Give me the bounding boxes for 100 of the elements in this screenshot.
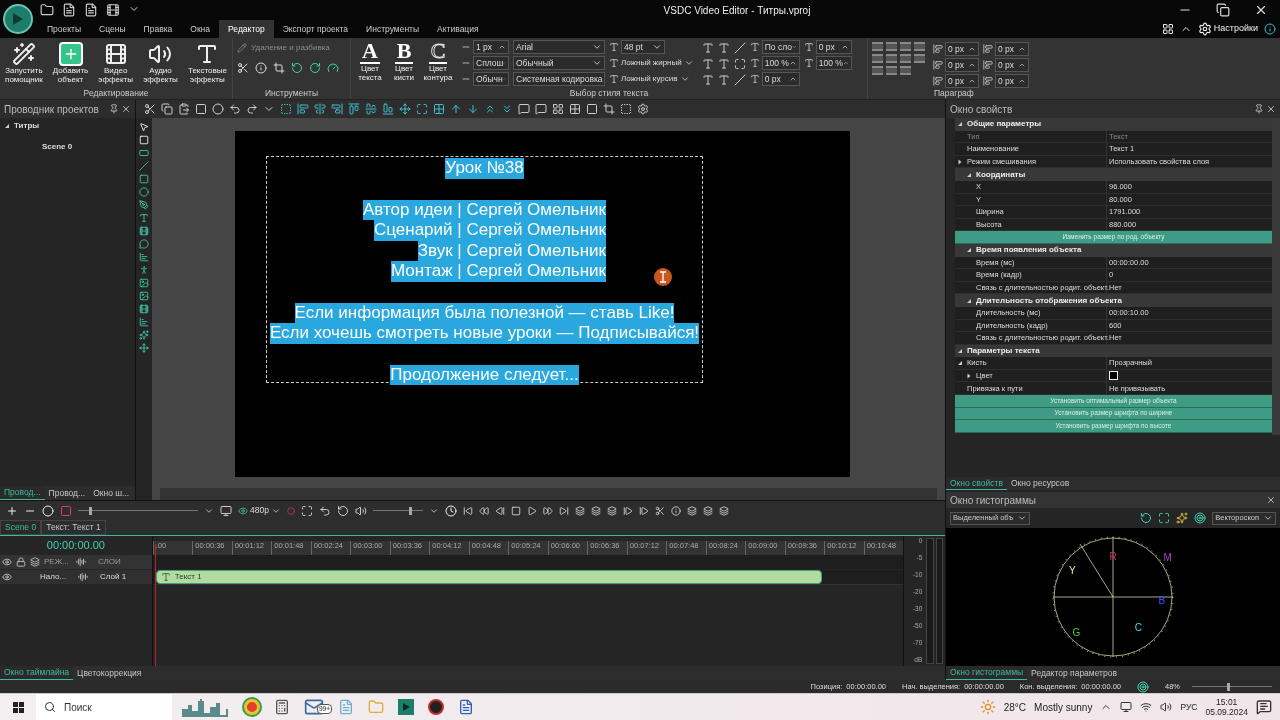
fast-forward-icon[interactable] [542,505,553,516]
rounded-rectangle-icon[interactable] [139,148,149,158]
menu-tab[interactable]: Экспорт проекта [273,20,358,38]
slider-thumb[interactable] [89,506,92,515]
speaker-icon[interactable] [148,42,173,66]
paste-icon[interactable] [178,103,190,115]
ribbon-button[interactable]: Аудио эффекты [143,42,178,84]
layout-icon[interactable] [1161,23,1174,35]
text-object-frame[interactable] [266,156,703,383]
value-field[interactable]: 0 px [945,58,979,72]
menu-tab[interactable]: Редактор [219,20,274,38]
fullscreen-icon[interactable] [1158,512,1171,524]
eye-icon[interactable] [2,572,12,582]
color-button[interactable]: A Цвет текста [355,40,385,82]
cut-icon[interactable] [237,62,249,74]
clock-icon[interactable] [444,504,457,517]
scrollbar[interactable] [1272,118,1280,435]
align-middle-icon[interactable] [365,103,377,115]
menu-tab[interactable]: Сцены [90,20,135,38]
circle-icon[interactable] [212,103,224,115]
panel-tab[interactable]: Текст: Текст 1 [41,520,106,535]
expanded-arrow-icon[interactable] [966,247,972,254]
value-field[interactable]: 0 px [945,74,979,88]
panel-tab[interactable]: Окно гистограммы [946,666,1028,680]
expanded-arrow-icon[interactable] [966,171,972,178]
cut-icon[interactable] [654,505,665,516]
temperature[interactable]: 28°C [1003,699,1027,715]
value-field[interactable]: 0 px [995,42,1029,56]
volume-icon[interactable] [354,504,367,517]
arrow-up-icon[interactable] [450,103,462,115]
grid-icon[interactable] [569,103,581,115]
value-field[interactable]: Системная кодировка [513,72,605,86]
pin-icon[interactable] [109,104,119,114]
collapsed-arrow-icon[interactable] [957,158,963,165]
lock-icon[interactable] [16,557,26,567]
figure-icon[interactable] [139,265,149,275]
text-format-icon[interactable] [701,42,714,54]
layout-icon[interactable] [552,103,564,115]
value-field[interactable]: Arial [513,40,605,54]
double-arrow-down-icon[interactable] [501,103,513,115]
move-icon[interactable] [139,343,149,353]
clock[interactable]: 15:01 05.09.2024 [1205,697,1248,717]
value-field[interactable]: По сло [761,40,800,54]
tree-item[interactable]: Scene 0 [42,142,73,151]
image-icon[interactable] [139,278,149,288]
zoom-in-icon[interactable] [6,504,18,517]
magic-wand-icon[interactable] [11,42,36,66]
layer-name[interactable]: Слой 1 [100,571,127,583]
audio-icon[interactable] [76,557,86,567]
align-bottom-icon[interactable] [382,103,394,115]
value-field[interactable]: 0 px [995,58,1029,72]
rewind-icon[interactable] [478,505,489,516]
crop-icon[interactable] [273,62,285,74]
scope-icon[interactable] [1194,512,1207,524]
rotate-right-icon[interactable] [309,62,321,74]
text-format-icon[interactable] [701,74,714,86]
tree-item[interactable]: Титры [14,120,40,132]
skip-back-icon[interactable] [462,505,473,516]
value-field[interactable]: 100 % [815,56,852,70]
color-icon[interactable] [1176,512,1189,524]
selection-icon[interactable] [280,103,292,115]
value-field[interactable]: 100 % [761,56,800,70]
eye-icon[interactable] [2,557,12,567]
panel-tab[interactable]: Цветокоррекция [73,666,146,680]
sparkle-icon[interactable] [139,330,149,340]
volume-icon[interactable] [1160,701,1173,713]
ribbon-button[interactable]: Видео эффекты [98,42,134,84]
value-field[interactable]: 0 px [945,42,979,56]
city-skyline-icon[interactable] [180,697,230,717]
browser-icon[interactable] [244,699,260,715]
value-field[interactable]: 48 pt [621,40,665,54]
slider-track[interactable] [78,505,198,516]
meet-icon[interactable] [1120,701,1133,713]
app-logo-icon[interactable] [3,4,33,34]
settings-button[interactable]: Настройки [1197,22,1258,36]
value-field[interactable]: 0 px [995,74,1029,88]
horizontal-scrollbar[interactable] [160,488,937,500]
close-icon[interactable] [1266,104,1276,114]
ribbon-button[interactable]: Запустить помощник [5,42,43,84]
resolution-dropdown[interactable]: 480p [238,504,281,517]
repeat-icon[interactable] [336,504,349,517]
slider-thumb[interactable] [1227,682,1230,691]
export-icon[interactable] [106,3,120,17]
double-arrow-up-icon[interactable] [484,103,496,115]
stop-icon[interactable] [510,505,521,516]
grid-icon[interactable] [433,103,445,115]
settings-icon[interactable] [637,103,649,115]
menu-tab[interactable]: Правка [134,20,182,38]
square-icon[interactable] [195,103,207,115]
refresh-icon[interactable] [1140,512,1153,524]
play-icon[interactable] [526,505,537,516]
style-dropdown[interactable]: Ложный жирный [609,56,694,70]
pin-icon[interactable] [1254,104,1264,114]
arrow-down-icon[interactable] [467,103,479,115]
value-field[interactable]: 1 px [473,40,509,54]
undo-icon[interactable] [229,103,241,115]
ribbon-button[interactable]: Добавить объект [52,42,89,84]
expanded-arrow-icon[interactable] [4,123,10,129]
open-project-icon[interactable] [62,3,76,17]
collapsed-arrow-icon[interactable] [966,372,972,379]
